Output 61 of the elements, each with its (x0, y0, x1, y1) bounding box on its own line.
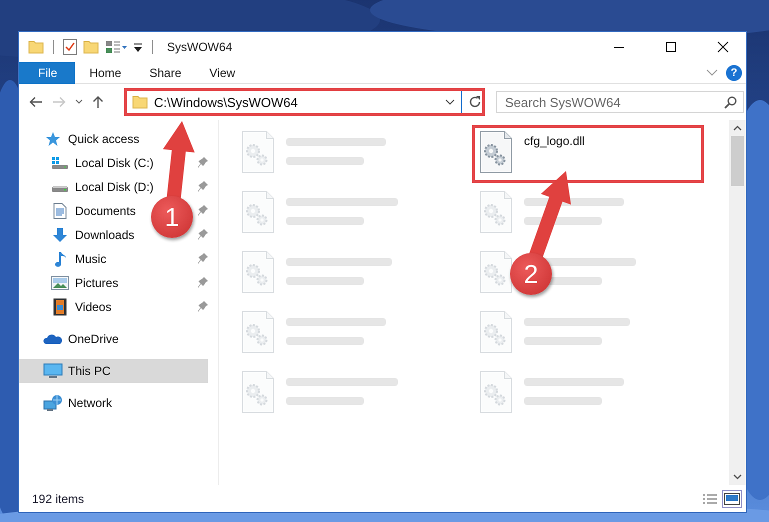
refresh-icon[interactable] (468, 95, 482, 109)
expand-ribbon-icon[interactable] (706, 68, 718, 76)
layout-icon[interactable] (105, 40, 127, 54)
ribbon-tab[interactable]: View (195, 62, 250, 84)
list-view-icon[interactable] (702, 492, 718, 504)
download-icon (52, 227, 68, 243)
file-menu-button[interactable]: File (19, 62, 76, 84)
drive-icon (51, 156, 69, 170)
item-count: 192 items (32, 492, 84, 506)
settings-file-icon (480, 371, 512, 413)
help-button[interactable]: ? (726, 64, 742, 80)
network-icon (43, 394, 63, 412)
settings-file-icon (242, 371, 274, 413)
ribbon-tab[interactable]: Share (135, 62, 196, 84)
recent-caret-icon[interactable] (75, 99, 83, 105)
nav-item[interactable]: This PC (19, 359, 208, 383)
file-name: cfg_logo.dll (524, 134, 585, 148)
customize-caret-icon[interactable] (133, 41, 143, 53)
nav-item[interactable]: Quick access (19, 127, 208, 151)
folder-icon (132, 95, 148, 109)
ribbon-tab[interactable]: Home (75, 62, 136, 84)
settings-file-icon (480, 311, 512, 353)
picture-icon (51, 276, 69, 290)
nav-item[interactable]: Downloads (19, 223, 134, 247)
settings-file-icon (480, 131, 512, 173)
close-icon[interactable] (717, 41, 729, 53)
folder-icon (83, 40, 99, 54)
scrollbar-thumb[interactable] (731, 136, 744, 186)
nav-item[interactable]: Documents (19, 199, 136, 223)
search-field[interactable]: Search SysWOW64 (496, 91, 744, 113)
star-icon (45, 131, 61, 147)
folder-icon (28, 40, 44, 54)
dropdown-caret-icon[interactable] (445, 99, 455, 105)
address-bar[interactable]: C:\Windows\SysWOW64 (124, 88, 485, 116)
nav-item[interactable]: OneDrive (19, 327, 208, 351)
film-icon (53, 298, 67, 316)
settings-file-icon (480, 251, 512, 293)
nav-item[interactable]: Videos (19, 295, 112, 319)
large-icons-view-button[interactable] (722, 490, 742, 508)
settings-file-icon (242, 131, 274, 173)
settings-file-icon (242, 311, 274, 353)
back-arrow-icon[interactable] (29, 96, 43, 108)
nav-item[interactable]: Network (19, 391, 208, 415)
search-icon (724, 96, 737, 109)
window-title: SysWOW64 (167, 40, 232, 54)
nav-item[interactable]: Music (19, 247, 106, 271)
settings-file-icon (242, 251, 274, 293)
computer-icon (43, 363, 63, 379)
cloud-icon (43, 332, 63, 346)
nav-item[interactable]: Local Disk (C:) (19, 151, 154, 175)
settings-file-icon (480, 191, 512, 233)
music-note-icon (53, 251, 67, 267)
file-item[interactable]: cfg_logo.dll (472, 125, 704, 183)
nav-item[interactable]: Local Disk (D:) (19, 175, 154, 199)
maximize-icon[interactable] (665, 41, 677, 53)
document-icon (53, 203, 67, 219)
settings-file-icon (242, 191, 274, 233)
up-arrow-icon[interactable] (92, 95, 104, 109)
nav-item[interactable]: Pictures (19, 271, 118, 295)
checklist-icon (63, 39, 77, 55)
large-icons-view-icon[interactable] (724, 492, 740, 504)
